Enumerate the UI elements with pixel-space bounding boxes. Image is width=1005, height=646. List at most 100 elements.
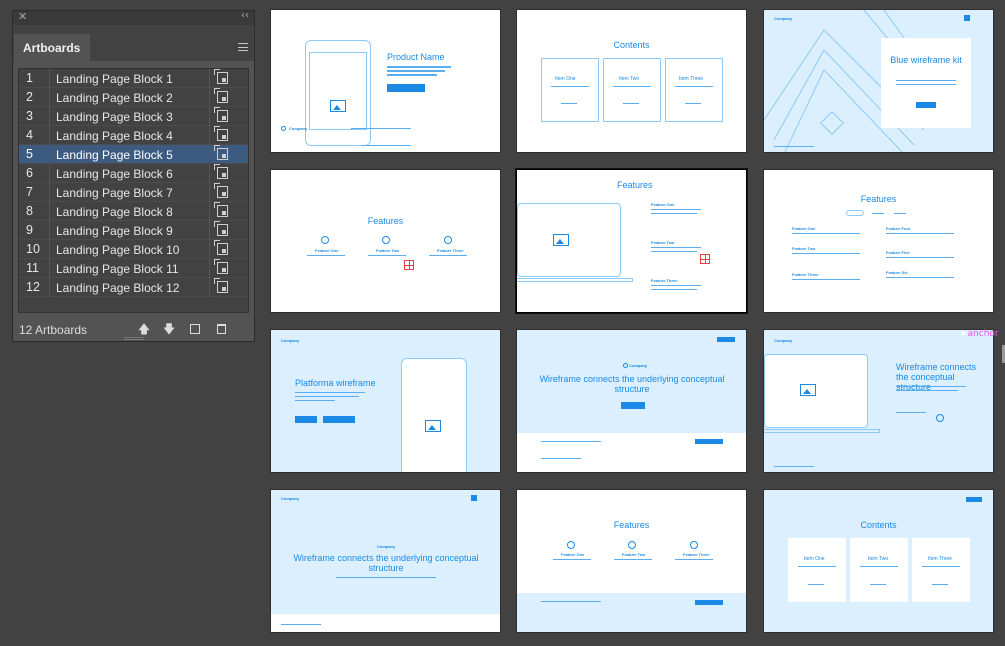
text-line <box>651 285 701 286</box>
artboard-options-icon[interactable] <box>214 259 228 274</box>
divider <box>49 240 50 259</box>
trash-icon[interactable] <box>214 322 228 336</box>
artboard-row[interactable]: 2 Landing Page Block 2 <box>19 88 248 107</box>
artboard-row[interactable]: 1 Landing Page Block 1 <box>19 69 248 88</box>
thumb-title: Wireframe connects the conceptual struct… <box>896 362 977 392</box>
panel-menu-icon[interactable] <box>238 43 248 51</box>
link <box>932 584 948 585</box>
nav-button <box>964 15 970 21</box>
card <box>850 538 908 602</box>
artboard-name[interactable]: Landing Page Block 12 <box>56 281 179 295</box>
artboard-name[interactable]: Landing Page Block 11 <box>56 262 179 276</box>
feature-title: Feature Three <box>651 278 678 283</box>
artboard-thumb-1[interactable]: Product Name Company <box>270 9 501 153</box>
artboard-thumb-6[interactable]: Features Feature One Feature Two Feature… <box>763 169 994 313</box>
artboard-name[interactable]: Landing Page Block 7 <box>56 186 173 200</box>
text-line <box>896 80 956 81</box>
tab-artboards[interactable]: Artboards <box>14 34 90 61</box>
artboard-name[interactable]: Landing Page Block 4 <box>56 129 173 143</box>
artboard-row[interactable]: 7 Landing Page Block 7 <box>19 183 248 202</box>
artboard-row[interactable]: 8 Landing Page Block 8 <box>19 202 248 221</box>
artboard-thumb-3[interactable]: Blue wireframe kit Company <box>763 9 994 153</box>
footer-bar <box>517 593 746 632</box>
artboard-name[interactable]: Landing Page Block 5 <box>56 148 173 162</box>
artboard-name[interactable]: Landing Page Block 3 <box>56 110 173 124</box>
company-label: Company <box>281 338 300 343</box>
feature-title: Feature Six <box>886 270 908 275</box>
add-anchor-marker <box>700 254 710 264</box>
artboard-thumb-11[interactable]: Features Feature One Feature Two Feature… <box>516 489 747 633</box>
artboard-options-icon[interactable] <box>214 221 228 236</box>
text-line <box>792 279 860 280</box>
feature-title: Feature Two <box>376 248 400 253</box>
artboard-name[interactable]: Landing Page Block 2 <box>56 91 173 105</box>
panel-footer: 12 Artboards 🡅 🡇 <box>13 316 254 338</box>
artboard-thumb-9[interactable]: Company Wireframe connects the conceptua… <box>763 329 994 473</box>
arrow-up-icon[interactable]: 🡅 <box>137 322 151 336</box>
subscribe-button <box>695 439 723 444</box>
artboard-name[interactable]: Landing Page Block 10 <box>56 243 179 257</box>
artboard-thumb-2[interactable]: Contents Item One Item Two Item Three <box>516 9 747 153</box>
text-line <box>922 566 960 567</box>
text-line <box>896 390 958 391</box>
artboard-row[interactable]: 9 Landing Page Block 9 <box>19 221 248 240</box>
arrow-down-icon[interactable]: 🡇 <box>162 322 176 336</box>
panel-title-bar[interactable]: ✕ ‹‹ <box>13 10 254 25</box>
artboard-name[interactable]: Landing Page Block 1 <box>56 72 173 86</box>
artboard-options-icon[interactable] <box>214 240 228 255</box>
text-line <box>336 577 436 578</box>
collapse-icon[interactable]: ‹‹ <box>241 10 249 21</box>
laptop-outline <box>517 203 621 277</box>
artboard-options-icon[interactable] <box>214 278 228 293</box>
divider <box>49 126 50 145</box>
image-icon <box>553 234 569 246</box>
artboard-name[interactable]: Landing Page Block 9 <box>56 224 173 238</box>
artboard-options-icon[interactable] <box>214 126 228 141</box>
artboard-options-icon[interactable] <box>214 145 228 160</box>
artboard-number: 6 <box>26 166 33 180</box>
artboard-thumb-7[interactable]: Company Platforma wireframe <box>270 329 501 473</box>
artboard-options-icon[interactable] <box>214 202 228 217</box>
artboard-name[interactable]: Landing Page Block 8 <box>56 205 173 219</box>
card-title: Item Three <box>928 556 953 562</box>
artboard-options-icon[interactable] <box>214 69 228 84</box>
artboard-row[interactable]: 3 Landing Page Block 3 <box>19 107 248 126</box>
add-anchor-marker <box>404 260 414 270</box>
artboard-row[interactable]: 11 Landing Page Block 11 <box>19 259 248 278</box>
artboard-row[interactable]: 4 Landing Page Block 4 <box>19 126 248 145</box>
text-line <box>651 247 701 248</box>
artboard-thumb-12[interactable]: Contents Item One Item Two Item Three <box>763 489 994 633</box>
play-icon <box>936 414 944 422</box>
new-artboard-icon[interactable] <box>188 322 202 336</box>
artboard-thumb-4[interactable]: Features Feature One Feature Two Feature… <box>270 169 501 313</box>
artboard-thumb-8[interactable]: Company Wireframe connects the underlyin… <box>516 329 747 473</box>
text-line <box>368 255 406 256</box>
text-line <box>387 74 437 76</box>
company-label: Company <box>377 544 396 549</box>
nav-button <box>471 495 477 501</box>
thumb-title: Blue wireframe kit <box>890 55 962 65</box>
artboard-name[interactable]: Landing Page Block 6 <box>56 167 173 181</box>
artboard-thumb-10[interactable]: Company Company Wireframe connects the u… <box>270 489 501 633</box>
artboard-options-icon[interactable] <box>214 107 228 122</box>
artboard-options-icon[interactable] <box>214 88 228 103</box>
check-icon <box>690 541 698 549</box>
artboard-options-icon[interactable] <box>214 164 228 179</box>
divider <box>209 240 210 259</box>
resize-grip[interactable] <box>124 337 144 340</box>
artboard-row[interactable]: 12 Landing Page Block 12 <box>19 278 248 297</box>
nav-links <box>541 601 601 602</box>
artboard-options-icon[interactable] <box>214 183 228 198</box>
check-icon <box>628 541 636 549</box>
artboard-thumb-5[interactable]: Features Feature One Feature Two Feature… <box>515 168 748 314</box>
close-icon[interactable]: ✕ <box>18 10 27 23</box>
artboard-number: 5 <box>26 147 33 161</box>
phone-outline <box>401 358 467 472</box>
artboard-row[interactable]: 10 Landing Page Block 10 <box>19 240 248 259</box>
card <box>665 58 723 122</box>
feature-title: Feature Two <box>622 552 646 557</box>
footer-text <box>774 146 814 147</box>
artboard-row[interactable]: 6 Landing Page Block 6 <box>19 164 248 183</box>
artboard-row[interactable]: 5 Landing Page Block 5 <box>19 145 248 164</box>
card <box>541 58 599 122</box>
